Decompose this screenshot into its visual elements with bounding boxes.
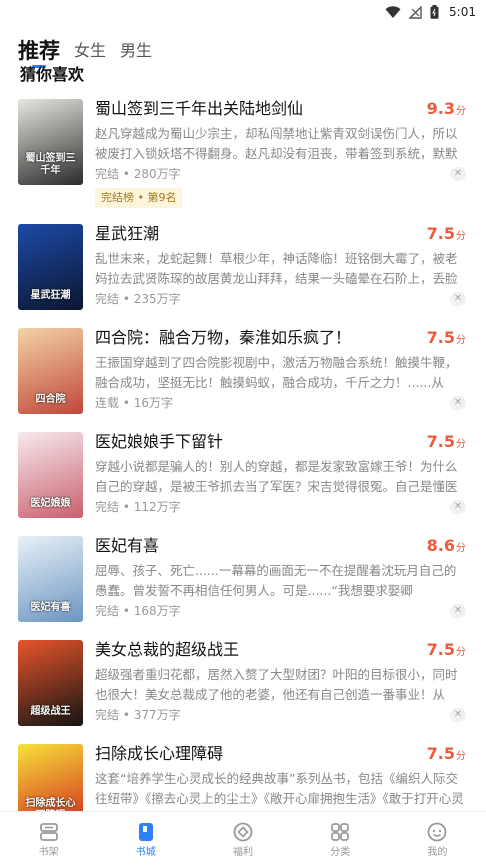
- cover-title: 医妃娘娘: [30, 498, 71, 509]
- category-icon: [328, 820, 352, 844]
- book-description: 超级强者重归花都，居然入赘了大型财团？叶阳的目标很小，同时也很大！美女总裁成了他…: [95, 667, 458, 702]
- book-cover[interactable]: 扫除成长心理障碍: [18, 744, 83, 812]
- top-tabs: 推荐 女生 男生: [18, 30, 152, 66]
- score-value: 7.5: [426, 640, 455, 659]
- score-unit: 分: [456, 106, 466, 117]
- score-value: 9.3: [426, 99, 455, 118]
- dismiss-icon[interactable]: ✕: [450, 604, 466, 618]
- tab-label: 福利: [233, 847, 253, 858]
- book-title[interactable]: 四合院：融合万物，秦淮如乐疯了！: [95, 327, 415, 349]
- book-score: 9.3 分: [427, 99, 466, 118]
- cover-title: 医妃有喜: [30, 602, 71, 613]
- book-meta: 完结 • 168万字: [95, 604, 181, 618]
- book-item[interactable]: 扫除成长心理障碍扫除成长心理障碍7.5分这套“培养学生心灵成长的经典故事”系列丛…: [0, 741, 486, 812]
- cover-title: 扫除成长心理障碍: [25, 798, 76, 812]
- score-unit: 分: [456, 231, 466, 242]
- tab-label: 书城: [135, 847, 156, 858]
- tab-label: 我的: [427, 847, 448, 858]
- tab-label: 书架: [38, 847, 59, 858]
- bookshelf-icon: [37, 820, 61, 844]
- score-value: 8.6: [426, 536, 455, 555]
- book-cover[interactable]: 超级战王: [18, 640, 83, 726]
- book-cover[interactable]: 医妃娘娘: [18, 432, 83, 518]
- score-unit: 分: [456, 543, 466, 554]
- dismiss-icon[interactable]: ✕: [450, 500, 466, 514]
- book-meta: 完结 • 377万字: [95, 708, 181, 722]
- book-description: 屈辱、孩子、死亡......一幕幕的画面无一不在提醒着沈玩月自己的愚蠢。曾发誓不…: [95, 563, 457, 598]
- bookstore-icon: [134, 820, 158, 844]
- book-item[interactable]: 四合院 四合院：融合万物，秦淮如乐疯了！ 7.5 分王振国穿越到了四合院影视剧中，激活…: [0, 325, 486, 429]
- tab-bookshelf[interactable]: 书架: [0, 812, 97, 865]
- cover-title: 蜀山签到三千年: [25, 153, 76, 176]
- book-meta: 完结 • 112万字: [95, 500, 181, 514]
- book-description: 这套“培养学生心灵成长的经典故事”系列丛书，包括《编织人际交往纽带》《擦去心灵上…: [95, 771, 464, 806]
- signal-icon: [409, 5, 422, 19]
- book-meta: 完结 • 280万字: [95, 167, 181, 181]
- dismiss-icon[interactable]: ✕: [450, 708, 466, 722]
- section-title: 猜你喜欢: [20, 65, 85, 84]
- welfare-icon: [231, 820, 255, 844]
- book-meta: 连载 • 16万字: [95, 396, 173, 410]
- book-description: 乱世末来，龙蛇起舞！草根少年，神话降临！班铭倒大霉了，被老妈拉去武贤陈琛的故居黄…: [95, 251, 458, 286]
- book-list: 蜀山签到三千年 蜀山签到三千年出关陆地剑仙 9.3 分赵凡穿越成为蜀山少宗主，却私闯禁…: [0, 96, 486, 812]
- score-unit: 分: [456, 647, 466, 658]
- book-description: 穿越小说都是骗人的！别人的穿越，都是发家致富嫁王爷！为什么自己的穿越，是被王爷抓…: [95, 459, 458, 494]
- book-title[interactable]: 扫除成长心理障碍: [95, 743, 415, 765]
- score-value: 7.5: [426, 224, 455, 243]
- dismiss-icon[interactable]: ✕: [450, 167, 466, 181]
- book-score: 7.5 分: [427, 744, 466, 763]
- book-title[interactable]: 医妃有喜: [95, 535, 415, 557]
- cover-title: 星武狂潮: [30, 290, 71, 301]
- book-score: 7.5 分: [427, 224, 466, 243]
- score-value: 7.5: [426, 328, 455, 347]
- book-item[interactable]: 医妃有喜 医妃有喜 8.6 分屈辱、孩子、死亡......一幕幕的画面无一不在提醒着沈…: [0, 533, 486, 637]
- tab-label: 分类: [330, 847, 351, 858]
- tab-bookstore[interactable]: 书城: [97, 812, 194, 865]
- tab-welfare[interactable]: 福利: [194, 812, 291, 865]
- tab-female[interactable]: 女生: [74, 40, 106, 66]
- book-score: 7.5 分: [427, 328, 466, 347]
- rank-badge: 完结榜 • 第9名: [95, 188, 183, 208]
- status-bar: 5:01: [0, 0, 486, 24]
- book-title[interactable]: 星武狂潮: [95, 223, 415, 245]
- battery-icon: [430, 5, 439, 19]
- cover-title: 四合院: [35, 394, 66, 405]
- bottom-tab-bar: 书架 书城 福利 分类 我的: [0, 811, 486, 865]
- book-item[interactable]: 星武狂潮 星武狂潮 7.5 分乱世末来，龙蛇起舞！草根少年，神话降临！班铭倒大霉了，被…: [0, 221, 486, 325]
- tab-profile[interactable]: 我的: [389, 812, 486, 865]
- book-title[interactable]: 美女总裁的超级战王: [95, 639, 415, 661]
- cover-title: 超级战王: [30, 706, 71, 717]
- book-cover[interactable]: 星武狂潮: [18, 224, 83, 310]
- score-unit: 分: [456, 439, 466, 450]
- book-item[interactable]: 医妃娘娘 医妃娘娘手下留针 7.5 分穿越小说都是骗人的！别人的穿越，都是发家致富嫁王…: [0, 429, 486, 533]
- profile-icon: [425, 820, 449, 844]
- book-score: 7.5 分: [427, 640, 466, 659]
- dismiss-icon[interactable]: ✕: [450, 292, 466, 306]
- score-value: 7.5: [426, 744, 455, 763]
- score-unit: 分: [456, 335, 466, 346]
- book-title[interactable]: 医妃娘娘手下留针: [95, 431, 415, 453]
- tab-male[interactable]: 男生: [120, 40, 152, 66]
- dismiss-icon[interactable]: ✕: [450, 396, 466, 410]
- status-time: 5:01: [449, 5, 476, 19]
- tab-category[interactable]: 分类: [292, 812, 389, 865]
- book-cover[interactable]: 蜀山签到三千年: [18, 99, 83, 185]
- wifi-icon: [385, 5, 401, 19]
- book-score: 8.6 分: [427, 536, 466, 555]
- book-cover[interactable]: 医妃有喜: [18, 536, 83, 622]
- book-score: 7.5 分: [427, 432, 466, 451]
- book-description: 王振国穿越到了四合院影视剧中，激活万物融合系统！触摸牛鞭，融合成功，坚挺无比！触…: [95, 355, 458, 390]
- book-item[interactable]: 蜀山签到三千年 蜀山签到三千年出关陆地剑仙 9.3 分赵凡穿越成为蜀山少宗主，却私闯禁…: [0, 96, 486, 221]
- book-meta: 完结 • 235万字: [95, 292, 181, 306]
- tab-recommend[interactable]: 推荐: [18, 40, 60, 66]
- book-item[interactable]: 超级战王 美女总裁的超级战王 7.5 分超级强者重归花都，居然入赘了大型财团？叶阳的目…: [0, 637, 486, 741]
- book-cover[interactable]: 四合院: [18, 328, 83, 414]
- score-value: 7.5: [426, 432, 455, 451]
- book-title[interactable]: 蜀山签到三千年出关陆地剑仙: [95, 98, 415, 120]
- book-description: 赵凡穿越成为蜀山少宗主，却私闯禁地让紫青双剑误伤门人，所以被废打入锁妖塔不得翻身…: [95, 126, 458, 161]
- score-unit: 分: [456, 751, 466, 762]
